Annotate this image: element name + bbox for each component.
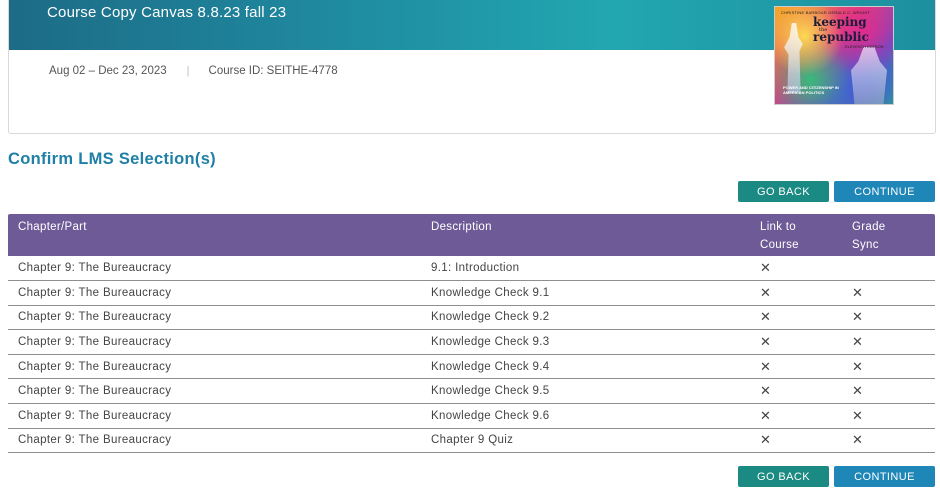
go-back-button-bottom[interactable]: GO BACK [738,466,829,487]
grade-sync-check-icon: ✕ [842,305,935,331]
table-row: Chapter 9: The Bureaucracy 9.1: Introduc… [8,256,935,282]
page-title: Confirm LMS Selection(s) [8,150,216,168]
book-subtitle: POWER AND CITIZENSHIP IN AMERICAN POLITI… [783,85,839,95]
go-back-button-top[interactable]: GO BACK [738,181,829,202]
row-description: Knowledge Check 9.6 [421,403,750,429]
column-header-link-to-course: Link to Course [750,214,842,256]
row-description: Knowledge Check 9.4 [421,354,750,380]
book-cover-image: CHRISTINE BARBOUR GERALD C. WRIGHT keepi… [774,6,894,105]
row-description: Knowledge Check 9.1 [421,280,750,306]
grade-header-line1: Grade [852,221,886,233]
grade-sync-check-icon: ✕ [842,280,935,306]
course-title: Course Copy Canvas 8.8.23 fall 23 [47,4,287,21]
course-card: Course Copy Canvas 8.8.23 fall 23 Aug 02… [8,0,936,134]
grade-header-line2: Sync [852,239,879,251]
link-to-course-check-icon: ✕ [750,329,842,355]
table-row: Chapter 9: The Bureaucracy Knowledge Che… [8,329,935,355]
table-row: Chapter 9: The Bureaucracy Knowledge Che… [8,403,935,429]
row-chapter: Chapter 9: The Bureaucracy [8,403,421,429]
link-to-course-check-icon: ✕ [750,403,842,429]
grade-sync-check-icon: ✕ [842,378,935,405]
column-header-description: Description [421,214,750,256]
column-header-grade-sync: Grade Sync [842,214,935,256]
link-header-line1: Link to [760,221,796,233]
row-description: 9.1: Introduction [421,256,750,282]
column-header-chapter: Chapter/Part [8,214,421,256]
grade-sync-check-icon: ✕ [842,329,935,355]
book-title-line3: republic [813,30,869,44]
link-header-line2: Course [760,239,799,251]
book-edition: ELEVENTH EDITION [845,44,884,49]
row-chapter: Chapter 9: The Bureaucracy [8,305,421,331]
link-to-course-check-icon: ✕ [750,354,842,380]
row-description: Knowledge Check 9.2 [421,305,750,331]
row-description: Chapter 9 Quiz [421,428,750,454]
row-chapter: Chapter 9: The Bureaucracy [8,428,421,454]
statue-graphic-right [851,47,887,104]
grade-sync-check-icon: ✕ [842,403,935,429]
row-chapter: Chapter 9: The Bureaucracy [8,280,421,306]
link-to-course-check-icon: ✕ [750,280,842,306]
table-row: Chapter 9: The Bureaucracy Chapter 9 Qui… [8,428,935,454]
table-row: Chapter 9: The Bureaucracy Knowledge Che… [8,354,935,380]
link-to-course-check-icon: ✕ [750,256,842,282]
statue-graphic [784,23,803,93]
link-to-course-check-icon: ✕ [750,428,842,454]
link-to-course-check-icon: ✕ [750,378,842,405]
row-chapter: Chapter 9: The Bureaucracy [8,256,421,282]
table-header-row: Chapter/Part Description Link to Course … [8,214,935,256]
row-chapter: Chapter 9: The Bureaucracy [8,378,421,405]
grade-sync-cell [842,256,935,282]
course-meta: Aug 02 – Dec 23, 2023 | Course ID: SEITH… [49,65,338,77]
grade-sync-check-icon: ✕ [842,428,935,454]
row-chapter: Chapter 9: The Bureaucracy [8,329,421,355]
continue-button-top[interactable]: CONTINUE [834,181,935,202]
table-row: Chapter 9: The Bureaucracy Knowledge Che… [8,305,935,331]
row-description: Knowledge Check 9.5 [421,378,750,405]
meta-separator: | [186,65,190,77]
table-row: Chapter 9: The Bureaucracy Knowledge Che… [8,378,935,405]
course-dates: Aug 02 – Dec 23, 2023 [49,65,167,77]
row-description: Knowledge Check 9.3 [421,329,750,355]
continue-button-bottom[interactable]: CONTINUE [834,466,935,487]
link-to-course-check-icon: ✕ [750,305,842,331]
grade-sync-check-icon: ✕ [842,354,935,380]
course-id: Course ID: SEITHE-4778 [208,65,338,77]
lms-selection-table: Chapter/Part Description Link to Course … [8,214,935,454]
row-chapter: Chapter 9: The Bureaucracy [8,354,421,380]
table-row: Chapter 9: The Bureaucracy Knowledge Che… [8,280,935,306]
